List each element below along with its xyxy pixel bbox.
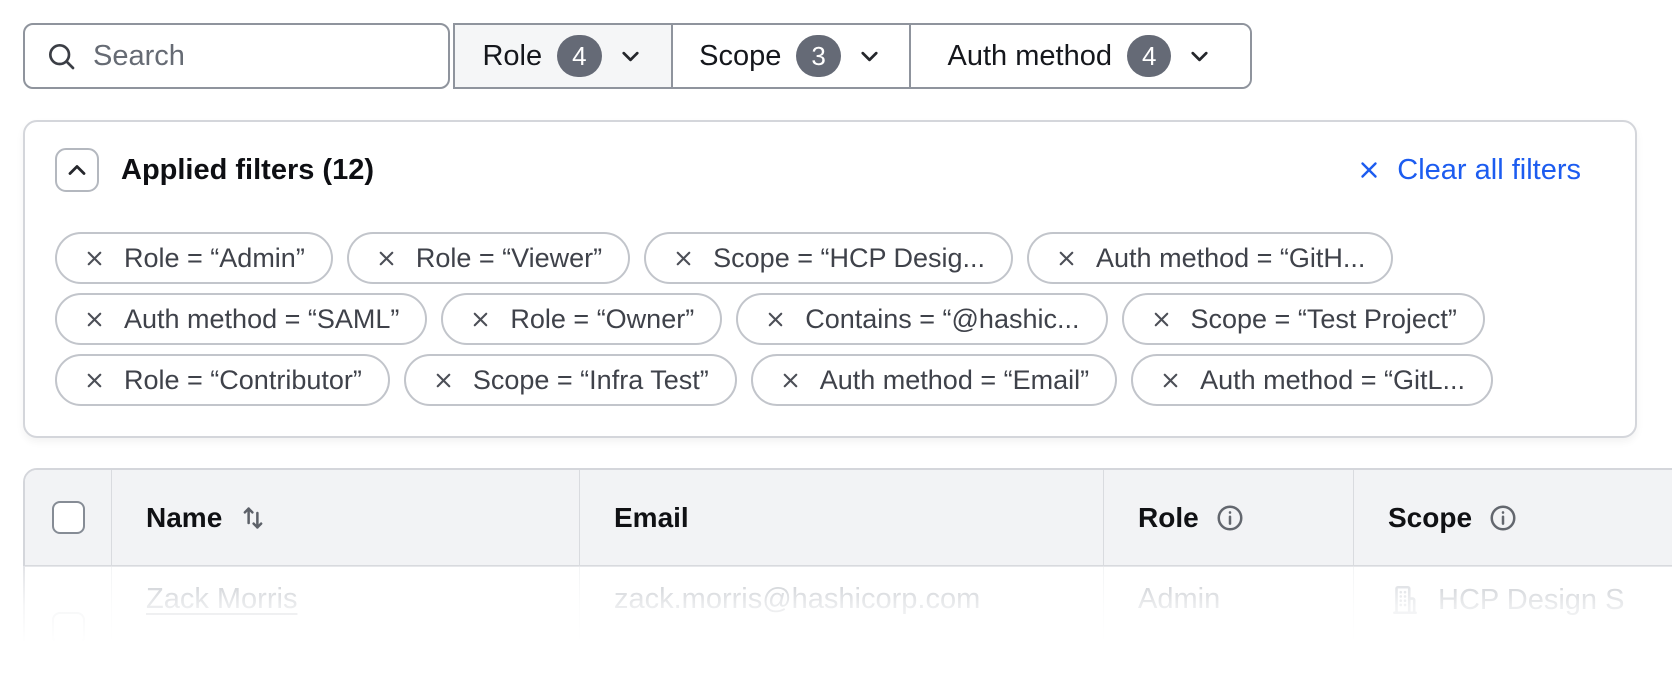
filter-pills: Role = “Admin” Role = “Viewer” Scope = “… [55, 232, 1605, 406]
column-label-name: Name [146, 502, 222, 534]
user-role: Admin [1138, 583, 1220, 616]
filter-pill-row: Auth method = “SAML” Role = “Owner” Cont… [55, 293, 1605, 345]
scope-filter-count-badge: 3 [796, 35, 840, 77]
close-icon [1150, 308, 1173, 331]
header-checkbox-cell [25, 470, 112, 565]
column-label-scope: Scope [1388, 502, 1472, 534]
close-icon [764, 308, 787, 331]
column-header-name[interactable]: Name [112, 470, 580, 565]
close-icon [432, 369, 455, 392]
select-all-checkbox[interactable] [52, 501, 85, 534]
column-label-email: Email [614, 502, 689, 534]
info-icon[interactable] [1488, 503, 1518, 533]
scope-filter-button[interactable]: Scope 3 [673, 25, 911, 87]
search-icon [45, 40, 77, 72]
filter-pill-row: Role = “Contributor” Scope = “Infra Test… [55, 354, 1605, 406]
filter-pill-label: Auth method = “SAML” [124, 304, 399, 335]
filter-pill[interactable]: Auth method = “Email” [751, 354, 1117, 406]
users-table: Name Email Role Scope [23, 468, 1672, 690]
chevron-down-icon [856, 43, 883, 70]
clear-all-filters-label: Clear all filters [1397, 154, 1581, 187]
filter-toolbar: Role 4 Scope 3 Auth method 4 [23, 23, 1252, 89]
user-email: zack.morris@hashicorp.com [614, 583, 980, 616]
filter-pill-label: Auth method = “Email” [820, 365, 1089, 396]
filter-pill-label: Auth method = “GitL... [1200, 365, 1465, 396]
filter-pill-label: Contains = “@hashic... [805, 304, 1079, 335]
table-header-row: Name Email Role Scope [25, 470, 1672, 567]
row-email-cell: zack.morris@hashicorp.com [580, 567, 1104, 690]
row-checkbox-cell [25, 567, 112, 690]
auth-method-filter-label: Auth method [948, 40, 1112, 73]
close-icon [469, 308, 492, 331]
close-icon [83, 308, 106, 331]
filter-pill-label: Role = “Owner” [510, 304, 694, 335]
filter-pill[interactable]: Scope = “Test Project” [1122, 293, 1485, 345]
filter-pill-row: Role = “Admin” Role = “Viewer” Scope = “… [55, 232, 1605, 284]
filter-pill[interactable]: Role = “Contributor” [55, 354, 390, 406]
close-icon [1055, 247, 1078, 270]
close-icon [779, 369, 802, 392]
column-header-email: Email [580, 470, 1104, 565]
close-icon [83, 369, 106, 392]
filter-pill-label: Scope = “HCP Desig... [713, 243, 985, 274]
close-icon [1356, 157, 1382, 183]
column-header-scope: Scope [1354, 470, 1672, 565]
row-scope-cell: HCP Design S [1354, 567, 1672, 690]
filter-pill[interactable]: Role = “Viewer” [347, 232, 630, 284]
sort-icon[interactable] [238, 503, 268, 533]
column-header-role: Role [1104, 470, 1354, 565]
filter-pill[interactable]: Contains = “@hashic... [736, 293, 1107, 345]
filter-pill[interactable]: Role = “Owner” [441, 293, 722, 345]
org-building-icon [1388, 583, 1422, 617]
filter-pill-label: Scope = “Test Project” [1191, 304, 1457, 335]
role-filter-label: Role [482, 40, 542, 73]
close-icon [1159, 369, 1182, 392]
applied-filters-title: Applied filters (12) [121, 154, 374, 187]
auth-method-filter-button[interactable]: Auth method 4 [911, 25, 1250, 87]
applied-filters-panel: Applied filters (12) Clear all filters R… [23, 120, 1637, 438]
chevron-down-icon [617, 43, 644, 70]
filter-pill[interactable]: Auth method = “SAML” [55, 293, 427, 345]
applied-filters-header: Applied filters (12) Clear all filters [55, 148, 1605, 192]
filter-pill[interactable]: Scope = “HCP Desig... [644, 232, 1013, 284]
filter-pill-label: Role = “Contributor” [124, 365, 362, 396]
chevron-down-icon [1186, 43, 1213, 70]
row-name-cell: Zack Morris [112, 567, 580, 690]
row-checkbox[interactable] [52, 612, 85, 645]
info-icon[interactable] [1215, 503, 1245, 533]
column-label-role: Role [1138, 502, 1199, 534]
filter-button-group: Role 4 Scope 3 Auth method 4 [453, 23, 1252, 89]
filter-pill[interactable]: Auth method = “GitL... [1131, 354, 1493, 406]
chevron-up-icon [63, 156, 91, 184]
row-role-cell: Admin [1104, 567, 1354, 690]
auth-method-filter-count-badge: 4 [1127, 35, 1171, 77]
filter-pill-label: Auth method = “GitH... [1096, 243, 1365, 274]
role-filter-button[interactable]: Role 4 [455, 25, 673, 87]
close-icon [83, 247, 106, 270]
scope-filter-label: Scope [699, 40, 781, 73]
filter-pill-label: Role = “Viewer” [416, 243, 602, 274]
search-box[interactable] [23, 23, 450, 89]
collapse-panel-button[interactable] [55, 148, 99, 192]
user-scope: HCP Design S [1438, 584, 1624, 617]
close-icon [672, 247, 695, 270]
user-name-link[interactable]: Zack Morris [146, 583, 297, 616]
filter-pill-label: Role = “Admin” [124, 243, 305, 274]
table-row: Zack Morris zack.morris@hashicorp.com Ad… [25, 567, 1672, 690]
filter-pill[interactable]: Auth method = “GitH... [1027, 232, 1393, 284]
filter-pill[interactable]: Scope = “Infra Test” [404, 354, 737, 406]
role-filter-count-badge: 4 [557, 35, 601, 77]
close-icon [375, 247, 398, 270]
search-input[interactable] [93, 40, 428, 73]
filter-pill[interactable]: Role = “Admin” [55, 232, 333, 284]
filter-pill-label: Scope = “Infra Test” [473, 365, 709, 396]
clear-all-filters-link[interactable]: Clear all filters [1356, 154, 1581, 187]
